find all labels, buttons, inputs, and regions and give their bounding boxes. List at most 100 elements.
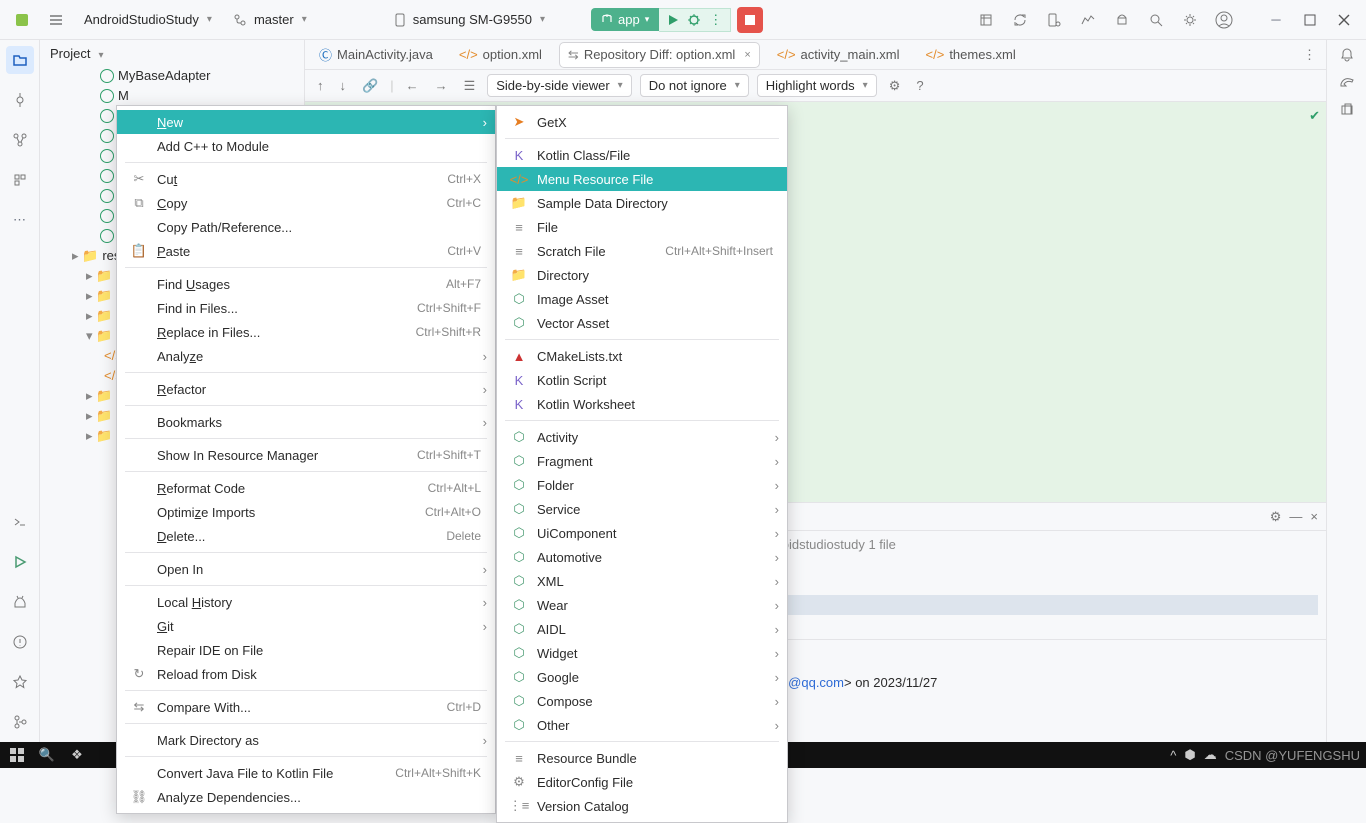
hamburger-icon[interactable] xyxy=(42,6,70,34)
project-panel-header[interactable]: Project xyxy=(40,40,304,66)
menu-item[interactable]: ≡Resource Bundle xyxy=(497,746,787,770)
menu-item[interactable]: ⬡UiComponent xyxy=(497,521,787,545)
menu-item[interactable]: Show In Resource ManagerCtrl+Shift+T xyxy=(117,443,495,467)
device-manager-icon[interactable] xyxy=(1040,6,1068,34)
menu-item[interactable]: ⛓Analyze Dependencies... xyxy=(117,785,495,809)
highlight-select[interactable]: Highlight words xyxy=(757,74,877,97)
menu-item[interactable]: ▲CMakeLists.txt xyxy=(497,344,787,368)
menu-item[interactable]: Replace in Files...Ctrl+Shift+R xyxy=(117,320,495,344)
menu-item[interactable]: ⇆Compare With...Ctrl+D xyxy=(117,695,495,719)
gradle-icon[interactable] xyxy=(1339,74,1355,90)
menu-item[interactable]: 📁Sample Data Directory xyxy=(497,191,787,215)
logcat-icon[interactable] xyxy=(6,588,34,616)
next-change-icon[interactable]: ↓ xyxy=(336,76,351,95)
help-icon[interactable]: ? xyxy=(912,76,927,95)
tb-app-icon[interactable]: ❖ xyxy=(66,746,88,764)
menu-item[interactable]: ➤GetX xyxy=(497,110,787,134)
menu-item[interactable]: Optimize ImportsCtrl+Alt+O xyxy=(117,500,495,524)
gear2-icon[interactable]: ⚙ xyxy=(1270,509,1282,525)
context-menu[interactable]: NewAdd C++ to Module ✂CutCtrl+X⧉CopyCtrl+… xyxy=(116,105,496,814)
debug-icon[interactable] xyxy=(687,13,701,27)
menu-item[interactable]: ⬡Automotive xyxy=(497,545,787,569)
forward-icon[interactable]: → xyxy=(431,76,452,95)
menu-item[interactable]: Open In xyxy=(117,557,495,581)
user-icon[interactable] xyxy=(1210,6,1238,34)
menu-item[interactable]: KKotlin Class/File xyxy=(497,143,787,167)
menu-item[interactable]: ⬡Fragment xyxy=(497,449,787,473)
menu-item[interactable]: Add C++ to Module xyxy=(117,134,495,158)
gear-icon[interactable]: ⚙ xyxy=(885,76,905,96)
menu-item[interactable]: ⬡Activity xyxy=(497,425,787,449)
bookmarks-tool-icon[interactable] xyxy=(6,166,34,194)
branch-selector[interactable]: master xyxy=(226,9,315,30)
apk-icon[interactable] xyxy=(1108,6,1136,34)
prev-change-icon[interactable]: ↑ xyxy=(313,76,328,95)
structure-tool-icon[interactable] xyxy=(6,126,34,154)
menu-item[interactable]: </>Menu Resource File xyxy=(497,167,787,191)
menu-item[interactable]: Mark Directory as xyxy=(117,728,495,752)
vcs-icon[interactable] xyxy=(6,708,34,736)
menu-item[interactable]: ⬡Wear xyxy=(497,593,787,617)
list-icon[interactable]: ☰ xyxy=(460,76,480,96)
menu-item[interactable]: Git xyxy=(117,614,495,638)
problems-icon[interactable] xyxy=(6,628,34,656)
menu-item[interactable]: Find UsagesAlt+F7 xyxy=(117,272,495,296)
project-selector[interactable]: AndroidStudioStudy xyxy=(76,9,220,30)
device-selector[interactable]: samsung SM-G9550 xyxy=(387,9,553,30)
win-start-icon[interactable] xyxy=(6,746,28,764)
close2-icon[interactable]: × xyxy=(1310,509,1318,524)
menu-item[interactable]: ⬡Other xyxy=(497,713,787,737)
menu-item[interactable]: ⬡Widget xyxy=(497,641,787,665)
profiler-icon[interactable] xyxy=(1074,6,1102,34)
menu-item[interactable]: Refactor xyxy=(117,377,495,401)
sync-icon[interactable] xyxy=(1006,6,1034,34)
run-more-icon[interactable]: ⋮ xyxy=(709,12,722,28)
run-icon[interactable] xyxy=(667,14,679,26)
menu-item[interactable]: ⋮≡Version Catalog xyxy=(497,794,787,818)
menu-item[interactable]: KKotlin Worksheet xyxy=(497,392,787,416)
view-mode-select[interactable]: Side-by-side viewer xyxy=(487,74,631,97)
menu-item[interactable]: ✂CutCtrl+X xyxy=(117,167,495,191)
tray-up-icon[interactable]: ^ xyxy=(1170,748,1176,763)
close-icon[interactable] xyxy=(1330,6,1358,34)
menu-item[interactable]: Bookmarks xyxy=(117,410,495,434)
menu-item[interactable]: Delete...Delete xyxy=(117,524,495,548)
menu-item[interactable]: ⬡Folder xyxy=(497,473,787,497)
menu-item[interactable]: 📋PasteCtrl+V xyxy=(117,239,495,263)
todo-icon[interactable] xyxy=(6,668,34,696)
menu-item[interactable]: ≡File xyxy=(497,215,787,239)
menu-item[interactable]: ⬡XML xyxy=(497,569,787,593)
run-config[interactable]: app▾ xyxy=(591,8,659,31)
menu-item[interactable]: ⧉CopyCtrl+C xyxy=(117,191,495,215)
menu-item[interactable]: 📁Directory xyxy=(497,263,787,287)
menu-item[interactable]: Analyze xyxy=(117,344,495,368)
notif-icon[interactable] xyxy=(1339,46,1355,62)
more-tool-icon[interactable]: ⋯ xyxy=(6,206,34,234)
stop-button[interactable] xyxy=(737,7,763,33)
minimize-icon[interactable]: ─ xyxy=(1262,6,1290,34)
commit-tool-icon[interactable] xyxy=(6,86,34,114)
menu-item[interactable]: Find in Files...Ctrl+Shift+F xyxy=(117,296,495,320)
run-tool-icon[interactable] xyxy=(6,548,34,576)
menu-item[interactable]: ⚙EditorConfig File xyxy=(497,770,787,794)
editor-tab[interactable]: </>activity_main.xml xyxy=(769,43,908,66)
back-icon[interactable]: ← xyxy=(402,76,423,95)
new-submenu[interactable]: ➤GetX KKotlin Class/File</>Menu Resource … xyxy=(496,105,788,823)
editor-tab[interactable]: </>themes.xml xyxy=(918,43,1024,66)
menu-item[interactable]: ⬡AIDL xyxy=(497,617,787,641)
settings-icon[interactable] xyxy=(1176,6,1204,34)
menu-item[interactable]: ⬡Vector Asset xyxy=(497,311,787,335)
menu-item[interactable]: ≡Scratch FileCtrl+Alt+Shift+Insert xyxy=(497,239,787,263)
tb-search-icon[interactable]: 🔍 xyxy=(36,746,58,764)
terminal-icon[interactable] xyxy=(6,508,34,536)
menu-item[interactable]: ↻Reload from Disk xyxy=(117,662,495,686)
tab-close-icon[interactable]: × xyxy=(744,49,750,61)
tray-icon[interactable]: ⬢ xyxy=(1184,747,1195,763)
min-icon[interactable]: — xyxy=(1289,509,1302,524)
menu-item[interactable]: ⬡Google xyxy=(497,665,787,689)
editor-tab[interactable]: ⒸMainActivity.java xyxy=(311,41,441,68)
tabs-more-icon[interactable]: ⋮ xyxy=(1299,45,1320,65)
link-icon[interactable]: 🔗 xyxy=(358,76,382,96)
tray-icon[interactable]: ☁ xyxy=(1204,747,1217,763)
menu-item[interactable]: New xyxy=(117,110,495,134)
